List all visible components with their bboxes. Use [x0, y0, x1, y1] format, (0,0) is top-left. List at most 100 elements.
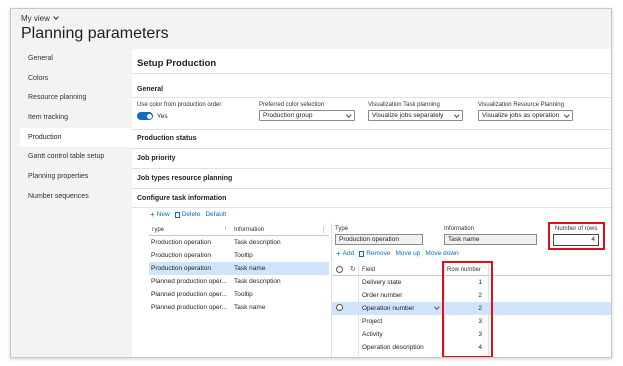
- vis-resource-value: Visualize jobs as operation: [482, 112, 560, 119]
- chevron-down-icon: [345, 112, 351, 118]
- move-up-label: Move up: [395, 250, 421, 257]
- sidebar-item-general[interactable]: General: [20, 49, 132, 69]
- vis-resource-label: Visualization Resource Planning: [478, 102, 564, 108]
- divider: [132, 73, 611, 74]
- chevron-down-icon: [563, 112, 569, 118]
- default-button[interactable]: Default: [205, 211, 226, 218]
- cell-field: Order number: [362, 292, 403, 299]
- my-view-selector[interactable]: My view: [21, 14, 59, 23]
- move-down-button[interactable]: Move down: [425, 250, 458, 257]
- row-select-radio[interactable]: [336, 304, 343, 311]
- cell-info: Tooltip: [234, 252, 253, 259]
- use-color-toggle[interactable]: [137, 112, 153, 120]
- highlight-row-number-column: [442, 261, 493, 357]
- select-all-radio[interactable]: [336, 266, 343, 273]
- left-toolbar: + New Delete Default: [150, 210, 226, 218]
- default-label: Default: [205, 211, 227, 218]
- preferred-color-value: Production group: [263, 112, 313, 119]
- sidebar-item-item-tracking[interactable]: Item tracking: [20, 108, 132, 128]
- table-row[interactable]: Production operation Task name: [149, 262, 329, 275]
- preferred-color-select[interactable]: Production group: [259, 110, 355, 121]
- cell-info: Task description: [234, 239, 281, 246]
- sidebar-item-number-sequences[interactable]: Number sequences: [20, 187, 132, 207]
- divider: [132, 168, 611, 169]
- table-row[interactable]: Planned production oper... Task name: [149, 301, 329, 314]
- cell-info: Task name: [234, 265, 266, 272]
- new-button[interactable]: + New: [150, 210, 170, 218]
- sidebar-item-planning-properties[interactable]: Planning properties: [20, 167, 132, 187]
- trash-icon: [359, 250, 365, 257]
- grid-header: Type ↑ Information ⋮: [149, 225, 329, 236]
- move-down-label: Move down: [425, 250, 459, 257]
- use-color-value: Yes: [157, 113, 168, 120]
- detail-type-field[interactable]: Production operation: [335, 234, 423, 245]
- add-button[interactable]: + Add: [336, 248, 355, 258]
- col-field-header[interactable]: Field: [362, 267, 375, 273]
- table-row[interactable]: Production operation Tooltip: [149, 249, 329, 262]
- section-job-types[interactable]: Job types resource planning: [137, 175, 232, 182]
- cell-info: Task name: [234, 304, 266, 311]
- divider: [132, 188, 611, 189]
- chevron-down-icon: [453, 112, 459, 118]
- divider: [358, 264, 359, 356]
- task-info-grid: Type ↑ Information ⋮ Production operatio…: [149, 225, 329, 314]
- cell-type: Production operation: [151, 252, 211, 259]
- table-row[interactable]: Production operation Task description: [149, 236, 329, 249]
- sidebar-item-production[interactable]: Production: [20, 127, 132, 148]
- sidebar: General Colors Resource planning Item tr…: [20, 49, 132, 357]
- highlight-rows-field: [548, 222, 605, 250]
- main-content: Setup Production General Use color from …: [132, 49, 611, 357]
- cell-field: Delivery state: [362, 279, 402, 286]
- section-configure-task[interactable]: Configure task information: [137, 195, 226, 202]
- section-job-priority[interactable]: Job priority: [137, 155, 176, 162]
- app-window: My view Planning parameters General Colo…: [10, 8, 612, 358]
- col-info-header[interactable]: Information: [234, 227, 264, 233]
- section-production-status[interactable]: Production status: [137, 135, 197, 142]
- table-row[interactable]: Planned production oper... Tooltip: [149, 288, 329, 301]
- table-row[interactable]: Planned production oper... Task descript…: [149, 275, 329, 288]
- sidebar-item-resource-planning[interactable]: Resource planning: [20, 88, 132, 108]
- sort-up-icon: ↑: [224, 226, 227, 232]
- my-view-label: My view: [21, 14, 50, 23]
- trash-icon: [174, 211, 180, 218]
- divider: [132, 148, 611, 149]
- divider: [132, 129, 611, 130]
- cell-type: Planned production oper...: [151, 278, 227, 285]
- delete-label: Delete: [181, 211, 201, 218]
- vis-task-select[interactable]: Visualize jobs separately: [368, 110, 463, 121]
- page-title: Planning parameters: [21, 25, 169, 42]
- cell-field: Operation description: [362, 344, 424, 351]
- right-toolbar: + Add Remove Move up Move down: [336, 248, 459, 258]
- remove-label: Remove: [366, 250, 391, 257]
- cell-field: Project: [362, 318, 383, 325]
- sidebar-item-gantt-control[interactable]: Gantt control table setup: [20, 147, 132, 167]
- cell-info: Task description: [234, 278, 281, 285]
- section-general-header[interactable]: General: [137, 86, 163, 93]
- cell-type: Production operation: [151, 265, 211, 272]
- detail-type-label: Type: [335, 226, 349, 232]
- new-label: New: [156, 211, 170, 218]
- refresh-icon[interactable]: ↻: [350, 265, 356, 273]
- cell-type: Planned production oper...: [151, 291, 227, 298]
- cell-type: Production operation: [151, 239, 211, 246]
- remove-button[interactable]: Remove: [359, 250, 390, 257]
- plus-icon: +: [336, 248, 341, 258]
- vis-task-label: Visualization Task planning: [368, 102, 440, 108]
- move-up-button[interactable]: Move up: [395, 250, 420, 257]
- cell-type: Planned production oper...: [151, 304, 227, 311]
- detail-info-field[interactable]: Task name: [444, 234, 537, 245]
- col-type-header[interactable]: Type: [151, 227, 231, 233]
- use-color-label: Use color from production order: [137, 102, 222, 108]
- add-label: Add: [342, 250, 355, 257]
- divider: [132, 97, 611, 98]
- detail-info-label: Information: [444, 226, 475, 232]
- vis-resource-select[interactable]: Visualize jobs as operation: [478, 110, 573, 121]
- delete-button[interactable]: Delete: [174, 211, 201, 218]
- divider: [132, 207, 611, 208]
- more-icon[interactable]: ⋮: [320, 226, 327, 234]
- vis-task-value: Visualize jobs separately: [372, 112, 444, 119]
- chevron-down-icon[interactable]: [434, 304, 440, 310]
- sidebar-item-colors[interactable]: Colors: [20, 69, 132, 89]
- cell-field: Operation number: [362, 305, 415, 312]
- preferred-color-label: Preferred color selection: [259, 102, 325, 108]
